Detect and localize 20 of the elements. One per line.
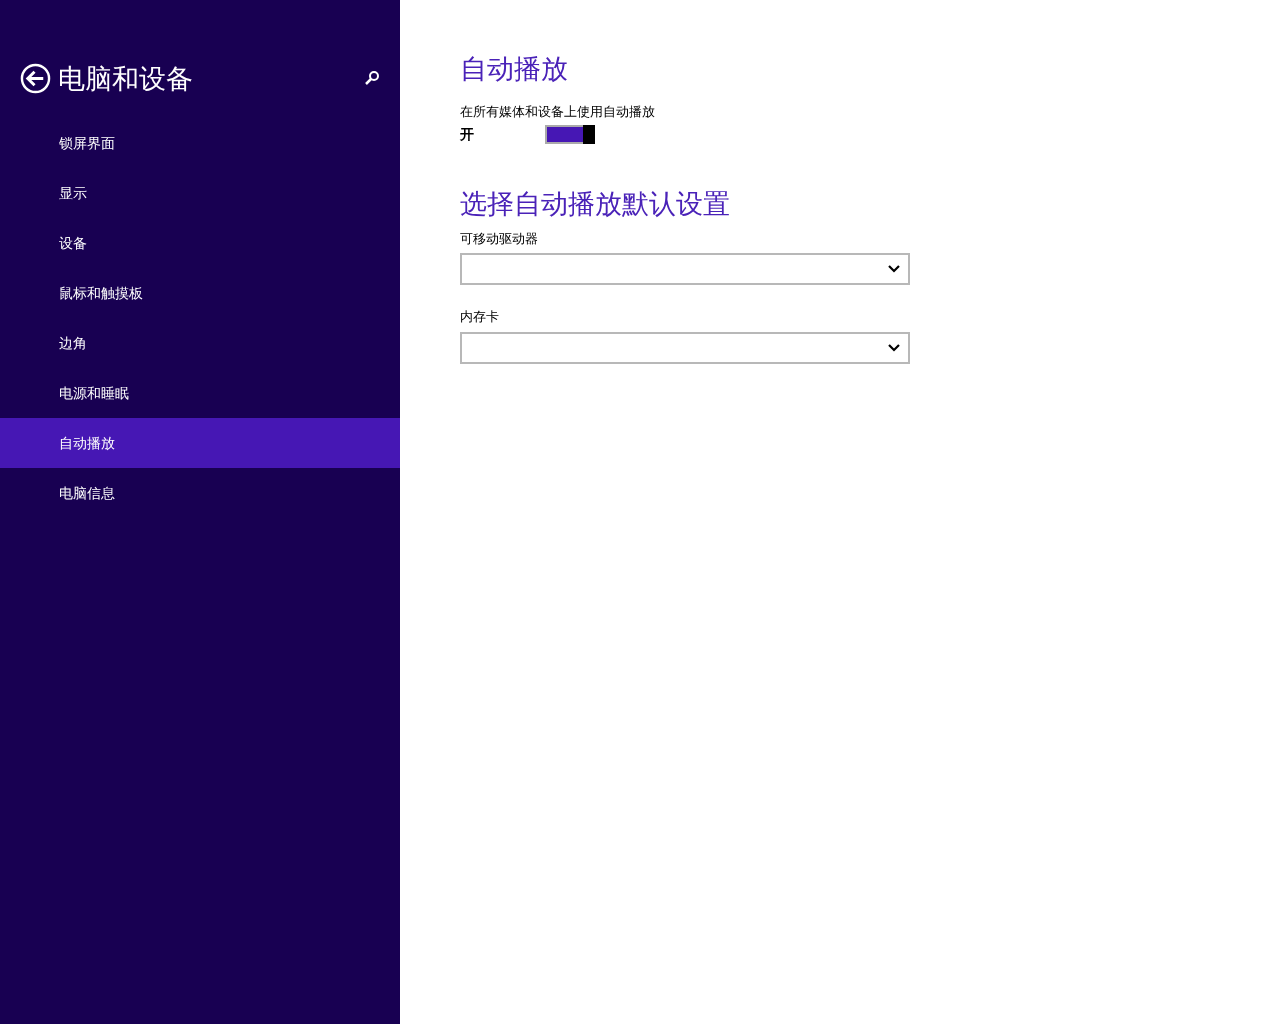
toggle-label: 在所有媒体和设备上使用自动播放 <box>460 103 656 121</box>
section-heading: 选择自动播放默认设置 <box>460 186 731 221</box>
search-icon[interactable] <box>364 70 380 86</box>
section-heading: 自动播放 <box>460 52 569 86</box>
chevron-down-icon <box>888 265 900 273</box>
sidebar-item[interactable]: 边角 <box>0 318 400 368</box>
sidebar-item[interactable]: 电脑信息 <box>0 468 400 518</box>
sidebar-item[interactable]: 显示 <box>0 168 400 218</box>
back-icon[interactable] <box>20 62 51 94</box>
sidebar-item[interactable]: 电源和睡眠 <box>0 368 400 418</box>
dropdown-label: 可移动驱动器 <box>460 229 539 248</box>
sidebar-item[interactable]: 设备 <box>0 218 400 268</box>
sidebar-item[interactable]: 锁屏界面 <box>0 118 400 168</box>
sidebar-item[interactable]: 鼠标和触摸板 <box>0 268 400 318</box>
chevron-down-icon <box>888 343 900 352</box>
dropdown-label: 内存卡 <box>460 308 500 326</box>
sidebar-title: 电脑和设备 <box>58 64 193 92</box>
toggle-state-text: 开 <box>460 124 475 144</box>
sidebar-item[interactable]: 自动播放 <box>0 418 400 468</box>
toggle-switch[interactable] <box>545 124 595 144</box>
